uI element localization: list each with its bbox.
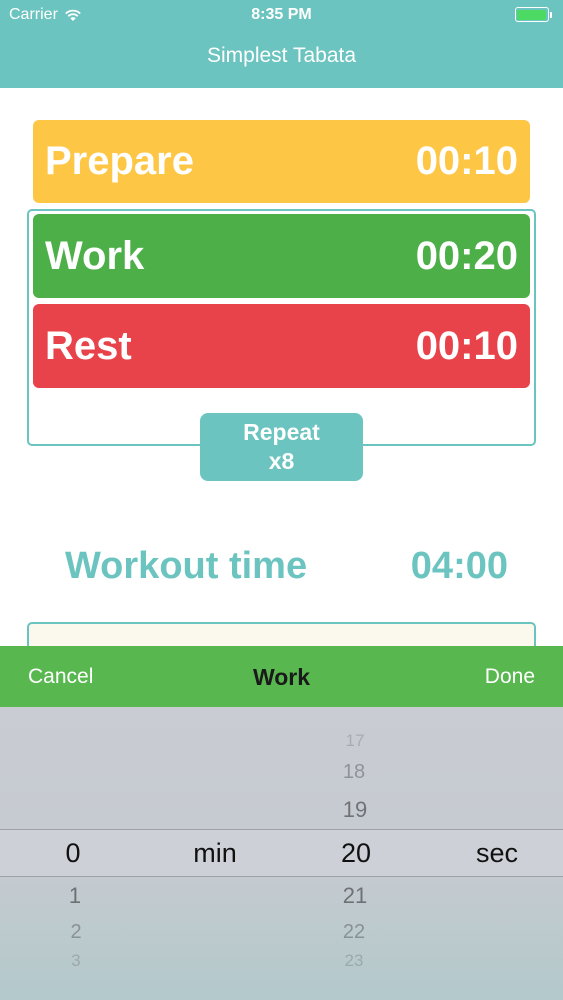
work-label: Work <box>45 233 145 278</box>
seconds-option[interactable]: 18 <box>324 761 384 784</box>
app-title: Simplest Tabata <box>206 44 357 67</box>
seconds-unit-label: sec <box>475 838 519 868</box>
minutes-option[interactable]: 2 <box>46 921 106 944</box>
seconds-selected-value[interactable]: 20 <box>321 838 391 869</box>
picker-title: Work <box>252 664 311 690</box>
minutes-unit-label: min <box>193 838 237 868</box>
seconds-option[interactable]: 23 <box>324 951 384 971</box>
status-time: 8:35 PM <box>251 6 312 23</box>
minutes-option[interactable]: 3 <box>46 951 106 971</box>
seconds-option[interactable]: 22 <box>324 921 384 944</box>
workout-time-label: Workout time <box>65 545 308 587</box>
minutes-selected-value[interactable]: 0 <box>43 838 103 869</box>
work-interval-card[interactable]: Work 00:20 <box>33 214 530 298</box>
picker-toolbar: Cancel Work Done <box>0 646 563 707</box>
done-button[interactable]: Done <box>485 665 535 689</box>
minutes-option[interactable]: 1 <box>45 883 105 909</box>
status-bar: Carrier 8:35 PM <box>0 0 563 30</box>
repeat-label: Repeat <box>243 419 320 445</box>
prepare-interval-card[interactable]: Prepare 00:10 <box>33 120 530 203</box>
battery-icon <box>514 7 552 22</box>
work-time: 00:20 <box>415 233 518 278</box>
rest-time: 00:10 <box>415 323 518 368</box>
seconds-option[interactable]: 21 <box>325 883 385 909</box>
seconds-option[interactable]: 19 <box>325 797 385 823</box>
prepare-label: Prepare <box>45 139 194 183</box>
rest-label: Rest <box>45 323 132 368</box>
navigation-header: Carrier 8:35 PM Simplest Tabata <box>0 0 563 88</box>
time-picker[interactable]: 0 min 1 2 3 17 18 19 20 sec 21 22 23 <box>0 707 563 1000</box>
workout-time-value: 04:00 <box>410 545 508 587</box>
repeat-button[interactable]: Repeat x8 <box>200 413 363 481</box>
prepare-time: 00:10 <box>415 139 518 183</box>
repeat-count: x8 <box>268 448 295 474</box>
seconds-option[interactable]: 17 <box>325 731 385 751</box>
rest-interval-card[interactable]: Rest 00:10 <box>33 304 530 388</box>
